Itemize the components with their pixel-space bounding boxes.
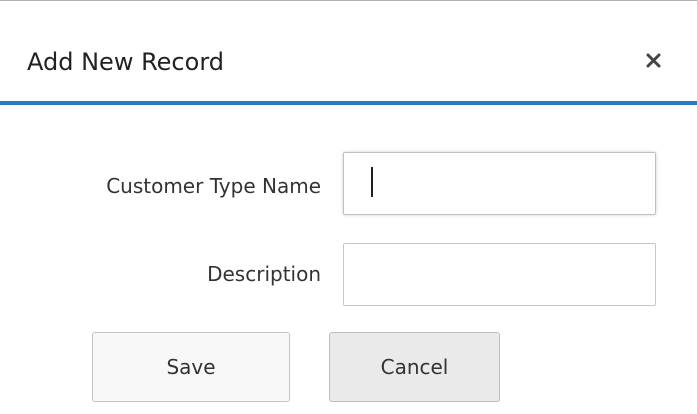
close-icon: [646, 53, 661, 68]
description-input[interactable]: [343, 243, 656, 306]
close-button[interactable]: [636, 43, 672, 79]
customer-type-name-label: Customer Type Name: [106, 174, 321, 198]
text-caret: [371, 167, 373, 197]
dialog-title: Add New Record: [27, 48, 224, 76]
description-label: Description: [207, 262, 321, 286]
add-record-dialog: Add New Record Customer Type Name Descri…: [0, 0, 697, 414]
cancel-button[interactable]: Cancel: [329, 332, 500, 402]
customer-type-name-input[interactable]: [343, 152, 656, 215]
save-button[interactable]: Save: [92, 332, 290, 402]
dialog-header: Add New Record: [0, 1, 697, 105]
